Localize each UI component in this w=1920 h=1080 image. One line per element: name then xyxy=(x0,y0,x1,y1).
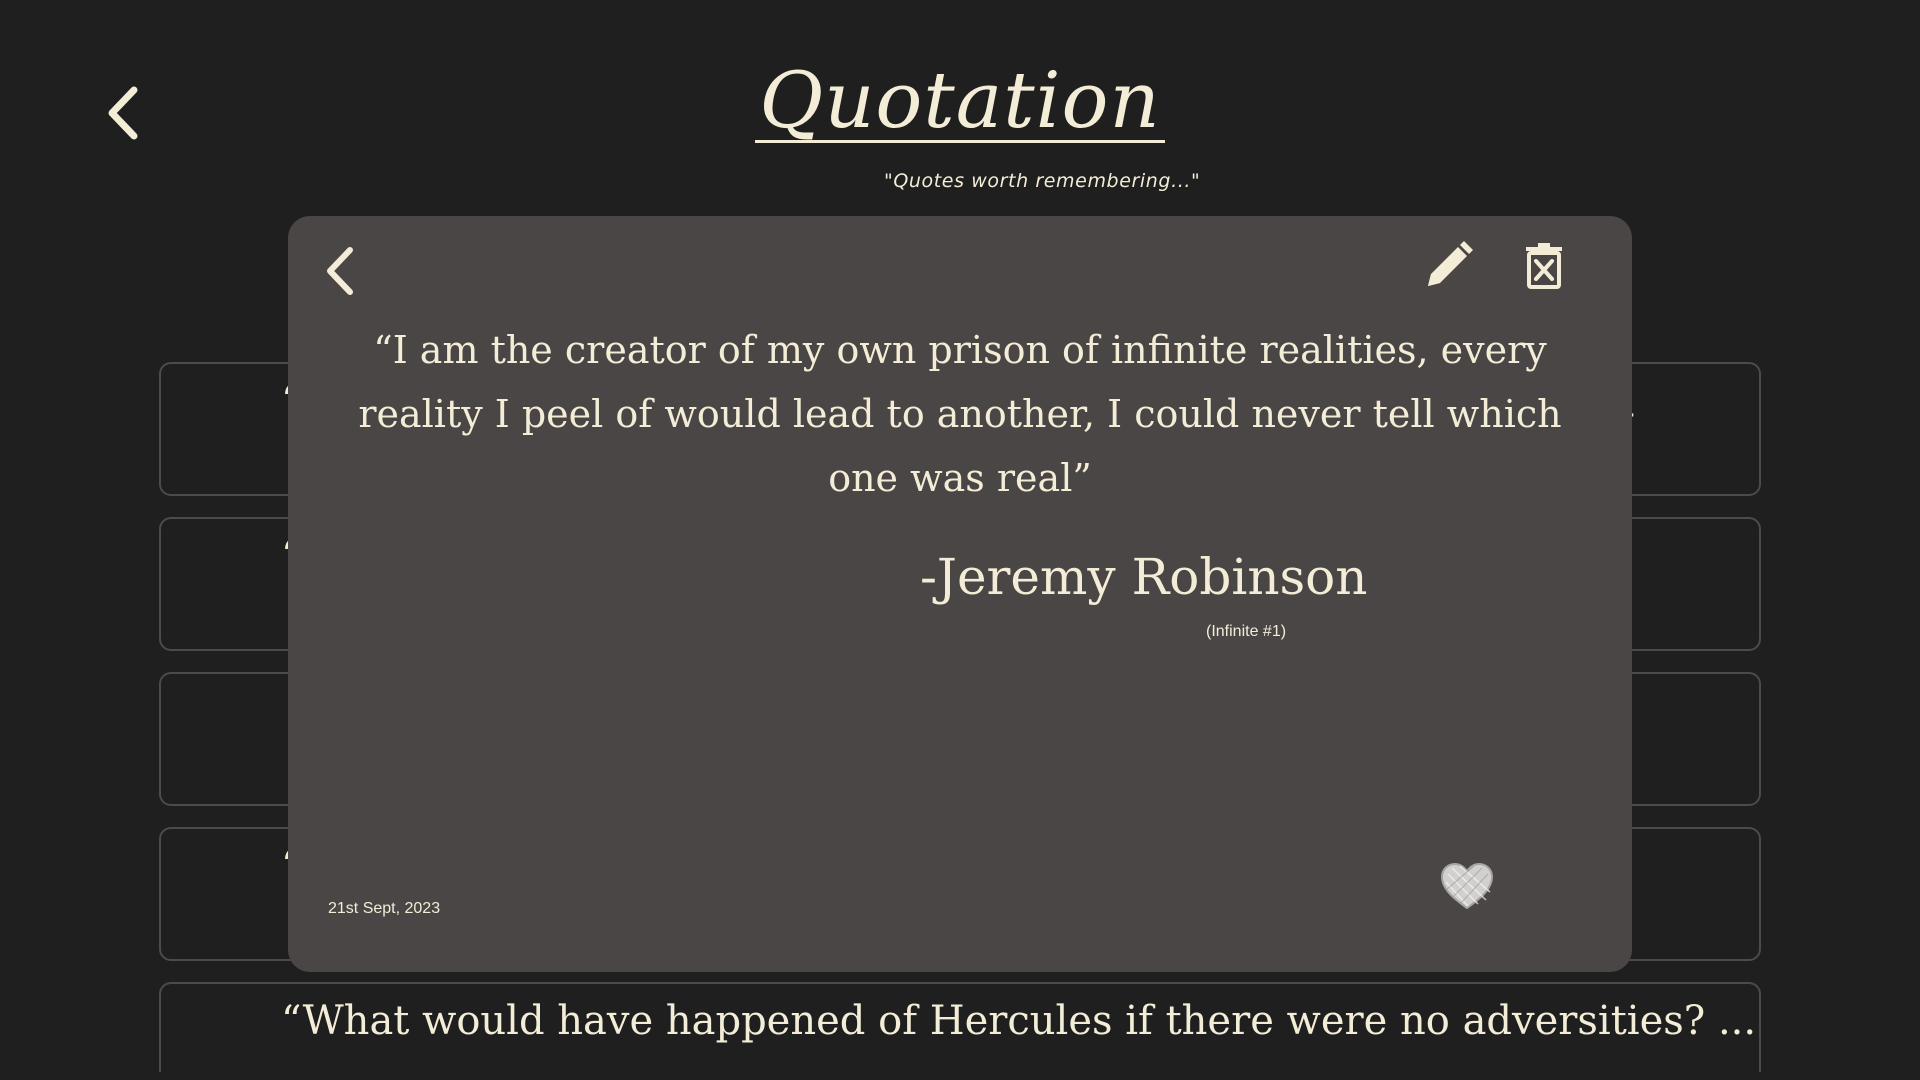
quote-card[interactable]: “What would have happened of Hercules if… xyxy=(159,982,1761,1072)
favorite-button[interactable] xyxy=(1438,860,1496,912)
modal-back-button[interactable] xyxy=(320,242,360,300)
quote-card-text: “What would have happened of Hercules if… xyxy=(281,998,1757,1044)
pencil-icon xyxy=(1428,241,1473,286)
quote-source: (Infinite #1) xyxy=(1206,623,1287,640)
quote-detail-modal: “I am the creator of my own prison of in… xyxy=(288,216,1632,972)
edit-button[interactable] xyxy=(1422,240,1474,292)
quote-date: 21st Sept, 2023 xyxy=(328,900,441,917)
app-subtitle: "Quotes worth remembering..." xyxy=(884,170,1201,192)
heart-icon xyxy=(1440,862,1494,910)
quote-author: -Jeremy Robinson xyxy=(920,548,1368,606)
quote-text: “I am the creator of my own prison of in… xyxy=(358,328,1562,500)
delete-button[interactable] xyxy=(1524,242,1564,290)
quotation-page: Quotation "Quotes worth remembering..." … xyxy=(0,0,1920,1080)
chevron-left-icon xyxy=(327,247,353,295)
app-title: Quotation xyxy=(0,62,1920,144)
trash-x-icon xyxy=(1526,243,1562,289)
